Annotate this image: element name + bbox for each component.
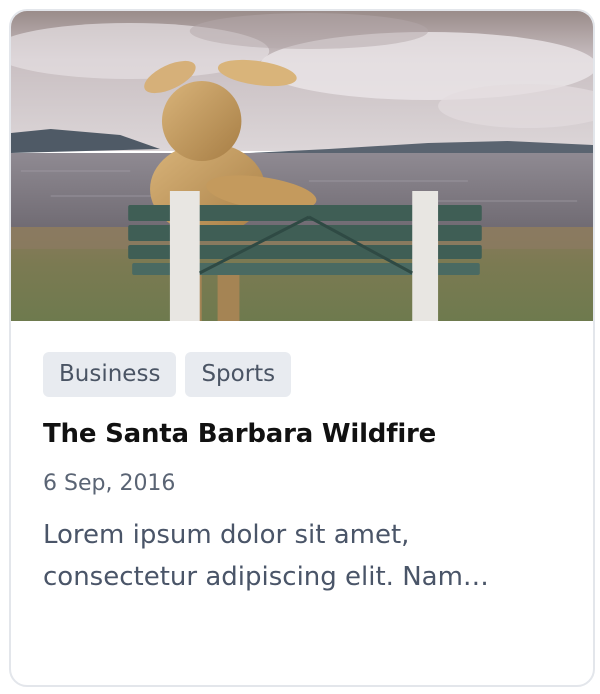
- card-excerpt: Lorem ipsum dolor sit amet, consectetur …: [43, 520, 489, 592]
- article-card[interactable]: Business Sports The Santa Barbara Wildfi…: [9, 9, 595, 687]
- card-title[interactable]: The Santa Barbara Wildfire: [43, 419, 561, 449]
- card-body: Business Sports The Santa Barbara Wildfi…: [11, 321, 593, 598]
- tag-sports[interactable]: Sports: [185, 352, 292, 397]
- card-date: 6 Sep, 2016: [43, 471, 176, 496]
- tag-list: Business Sports: [43, 352, 561, 397]
- tag-business[interactable]: Business: [43, 352, 177, 397]
- cover-image: [11, 11, 593, 321]
